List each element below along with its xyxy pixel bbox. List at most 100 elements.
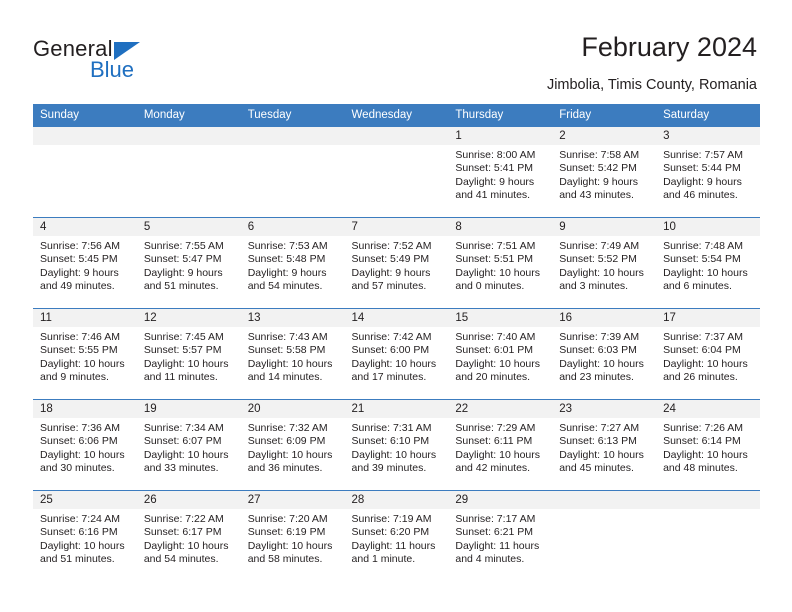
calendar-day-cell[interactable]: 14 Sunrise: 7:42 AM Sunset: 6:00 PM Dayligh… <box>344 308 449 400</box>
day-sun-details: Sunrise: 7:19 AM Sunset: 6:20 PM Daylight:… <box>345 509 449 567</box>
calendar-day-cell[interactable]: 6 Sunrise: 7:53 AM Sunset: 5:48 PM Daylight… <box>240 217 345 309</box>
calendar-day-cell-empty <box>136 127 241 218</box>
detail-sunset: Sunset: 6:09 PM <box>247 435 326 448</box>
detail-daylight-1: Daylight: 10 hours <box>559 266 644 279</box>
day-number: 5 <box>136 218 241 236</box>
day-number: 6 <box>240 218 345 236</box>
day-number <box>136 127 241 145</box>
day-cell-content: 10 Sunrise: 7:48 AM Sunset: 5:54 PM Dayligh… <box>656 218 760 308</box>
calendar-day-cell[interactable]: 15 Sunrise: 7:40 AM Sunset: 6:01 PM Dayligh… <box>448 308 553 400</box>
day-sun-details: Sunrise: 7:51 AM Sunset: 5:51 PM Daylight:… <box>448 236 552 294</box>
day-cell-content: 16 Sunrise: 7:39 AM Sunset: 6:03 PM Dayligh… <box>552 309 657 399</box>
calendar-day-cell[interactable]: 7 Sunrise: 7:52 AM Sunset: 5:49 PM Daylight… <box>344 217 449 309</box>
calendar-day-cell[interactable]: 4 Sunrise: 7:56 AM Sunset: 5:45 PM Daylight… <box>33 217 137 309</box>
day-number: 28 <box>344 491 449 509</box>
day-sun-details: Sunrise: 7:36 AM Sunset: 6:06 PM Daylight:… <box>33 418 137 476</box>
calendar-day-cell[interactable]: 11 Sunrise: 7:46 AM Sunset: 5:55 PM Dayligh… <box>33 308 137 400</box>
calendar-day-cell[interactable]: 9 Sunrise: 7:49 AM Sunset: 5:52 PM Daylight… <box>552 217 657 309</box>
detail-daylight-2: and 14 minutes. <box>247 371 323 384</box>
weekday-header-thursday: Thursday <box>448 104 553 127</box>
detail-sunset: Sunset: 5:49 PM <box>351 253 430 266</box>
detail-daylight-1: Daylight: 9 hours <box>40 266 119 279</box>
calendar-day-cell[interactable]: 19 Sunrise: 7:34 AM Sunset: 6:07 PM Dayligh… <box>136 399 241 491</box>
calendar-day-cell[interactable]: 8 Sunrise: 7:51 AM Sunset: 5:51 PM Daylight… <box>448 217 553 309</box>
calendar-day-cell[interactable]: 17 Sunrise: 7:37 AM Sunset: 6:04 PM Dayligh… <box>656 308 760 400</box>
calendar-day-cell[interactable]: 24 Sunrise: 7:26 AM Sunset: 6:14 PM Dayligh… <box>656 399 760 491</box>
detail-daylight-1: Daylight: 10 hours <box>663 266 748 279</box>
calendar-day-cell[interactable]: 28 Sunrise: 7:19 AM Sunset: 6:20 PM Dayligh… <box>344 490 449 581</box>
detail-sunset: Sunset: 5:52 PM <box>559 253 637 266</box>
day-cell-content <box>552 491 657 581</box>
day-cell-content: 12 Sunrise: 7:45 AM Sunset: 5:57 PM Dayligh… <box>136 309 241 399</box>
detail-daylight-2: and 42 minutes. <box>455 462 531 475</box>
day-number: 9 <box>552 218 657 236</box>
detail-sunrise: Sunrise: 7:52 AM <box>351 240 432 252</box>
day-sun-details: Sunrise: 7:34 AM Sunset: 6:07 PM Daylight:… <box>137 418 241 476</box>
detail-daylight-2: and 36 minutes. <box>247 462 323 475</box>
calendar-day-cell[interactable]: 18 Sunrise: 7:36 AM Sunset: 6:06 PM Dayligh… <box>33 399 137 491</box>
detail-sunset: Sunset: 5:55 PM <box>40 344 118 357</box>
calendar-day-cell[interactable]: 2 Sunrise: 7:58 AM Sunset: 5:42 PM Daylight… <box>552 127 657 218</box>
detail-daylight-2: and 0 minutes. <box>455 280 525 293</box>
calendar-day-cell[interactable]: 16 Sunrise: 7:39 AM Sunset: 6:03 PM Dayligh… <box>552 308 657 400</box>
day-number: 27 <box>240 491 345 509</box>
calendar-day-cell[interactable]: 21 Sunrise: 7:31 AM Sunset: 6:10 PM Dayligh… <box>344 399 449 491</box>
day-number: 4 <box>33 218 137 236</box>
calendar-week-row: 11 Sunrise: 7:46 AM Sunset: 5:55 PM Dayligh… <box>33 308 760 400</box>
day-number: 8 <box>448 218 553 236</box>
calendar-week-row: 18 Sunrise: 7:36 AM Sunset: 6:06 PM Dayligh… <box>33 399 760 491</box>
calendar-day-cell[interactable]: 22 Sunrise: 7:29 AM Sunset: 6:11 PM Dayligh… <box>448 399 553 491</box>
detail-sunrise: Sunrise: 7:34 AM <box>143 422 224 434</box>
day-number: 20 <box>240 400 345 418</box>
calendar-day-cell[interactable]: 25 Sunrise: 7:24 AM Sunset: 6:16 PM Dayligh… <box>33 490 137 581</box>
day-cell-content: 21 Sunrise: 7:31 AM Sunset: 6:10 PM Dayligh… <box>344 400 449 490</box>
calendar-day-cell[interactable]: 27 Sunrise: 7:20 AM Sunset: 6:19 PM Dayligh… <box>240 490 345 581</box>
day-cell-content: 24 Sunrise: 7:26 AM Sunset: 6:14 PM Dayligh… <box>656 400 760 490</box>
calendar-day-cell[interactable]: 3 Sunrise: 7:57 AM Sunset: 5:44 PM Daylight… <box>656 127 760 218</box>
day-sun-details: Sunrise: 7:55 AM Sunset: 5:47 PM Daylight:… <box>137 236 241 294</box>
weekday-header-sunday: Sunday <box>33 104 137 127</box>
day-number: 23 <box>552 400 657 418</box>
detail-daylight-2: and 54 minutes. <box>143 553 219 566</box>
day-number: 26 <box>136 491 241 509</box>
calendar-day-cell[interactable]: 1 Sunrise: 8:00 AM Sunset: 5:41 PM Daylight… <box>448 127 553 218</box>
detail-daylight-2: and 49 minutes. <box>40 280 115 293</box>
day-cell-content <box>344 127 449 217</box>
detail-sunset: Sunset: 6:21 PM <box>455 526 534 539</box>
detail-sunrise: Sunrise: 7:20 AM <box>247 513 328 525</box>
detail-sunset: Sunset: 5:58 PM <box>247 344 326 357</box>
calendar-day-cell[interactable]: 23 Sunrise: 7:27 AM Sunset: 6:13 PM Dayligh… <box>552 399 657 491</box>
day-sun-details: Sunrise: 7:40 AM Sunset: 6:01 PM Daylight:… <box>448 327 552 385</box>
detail-daylight-2: and 30 minutes. <box>40 462 115 475</box>
detail-daylight-2: and 51 minutes. <box>40 553 115 566</box>
detail-daylight-1: Daylight: 10 hours <box>247 539 333 552</box>
detail-sunrise: Sunrise: 7:32 AM <box>247 422 328 434</box>
calendar-day-cell[interactable]: 26 Sunrise: 7:22 AM Sunset: 6:17 PM Dayligh… <box>136 490 241 581</box>
day-sun-details: Sunrise: 7:49 AM Sunset: 5:52 PM Daylight:… <box>552 236 656 294</box>
detail-daylight-1: Daylight: 10 hours <box>559 357 644 370</box>
day-number: 7 <box>344 218 449 236</box>
detail-daylight-1: Daylight: 10 hours <box>351 357 437 370</box>
calendar-day-cell[interactable]: 10 Sunrise: 7:48 AM Sunset: 5:54 PM Dayligh… <box>656 217 760 309</box>
general-blue-logo[interactable]: General Blue <box>33 36 213 86</box>
detail-daylight-2: and 45 minutes. <box>559 462 634 475</box>
calendar-day-cell[interactable]: 12 Sunrise: 7:45 AM Sunset: 5:57 PM Dayligh… <box>136 308 241 400</box>
calendar-day-cell[interactable]: 5 Sunrise: 7:55 AM Sunset: 5:47 PM Daylight… <box>136 217 241 309</box>
day-cell-content: 11 Sunrise: 7:46 AM Sunset: 5:55 PM Dayligh… <box>33 309 137 399</box>
day-cell-content: 19 Sunrise: 7:34 AM Sunset: 6:07 PM Dayligh… <box>136 400 241 490</box>
detail-sunset: Sunset: 6:01 PM <box>455 344 534 357</box>
day-sun-details: Sunrise: 7:24 AM Sunset: 6:16 PM Daylight:… <box>33 509 137 567</box>
detail-daylight-2: and 48 minutes. <box>663 462 738 475</box>
day-number <box>344 127 449 145</box>
calendar-day-cell[interactable]: 13 Sunrise: 7:43 AM Sunset: 5:58 PM Dayligh… <box>240 308 345 400</box>
day-number: 10 <box>656 218 760 236</box>
detail-daylight-2: and 54 minutes. <box>247 280 323 293</box>
detail-daylight-2: and 57 minutes. <box>351 280 427 293</box>
detail-sunset: Sunset: 5:42 PM <box>559 162 637 175</box>
day-cell-content: 20 Sunrise: 7:32 AM Sunset: 6:09 PM Dayligh… <box>240 400 345 490</box>
detail-daylight-2: and 20 minutes. <box>455 371 531 384</box>
calendar-day-cell[interactable]: 29 Sunrise: 7:17 AM Sunset: 6:21 PM Dayligh… <box>448 490 553 581</box>
calendar-week-row: 1 Sunrise: 8:00 AM Sunset: 5:41 PM Daylight… <box>33 127 760 218</box>
detail-sunrise: Sunrise: 7:37 AM <box>663 331 744 343</box>
calendar-day-cell[interactable]: 20 Sunrise: 7:32 AM Sunset: 6:09 PM Dayligh… <box>240 399 345 491</box>
